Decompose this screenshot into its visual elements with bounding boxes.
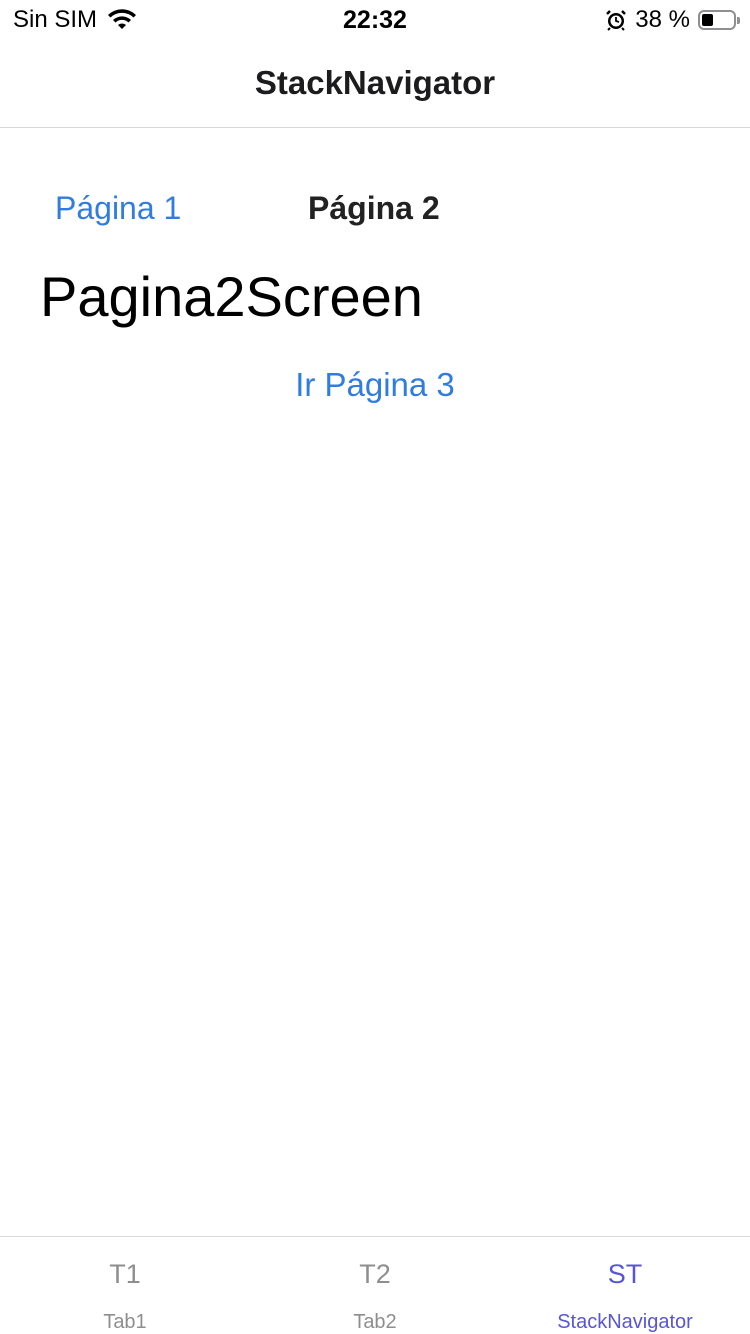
- app-screen: Sin SIM 22:32 38 % StackNavigator Página…: [0, 0, 750, 1334]
- battery-icon: [698, 10, 740, 30]
- screen-heading: Pagina2Screen: [40, 265, 423, 328]
- status-right-group: 38 %: [605, 6, 740, 34]
- tab-bar: T1 Tab1 T2 Tab2 ST StackNavigator: [0, 1236, 750, 1334]
- battery-percent: 38 %: [635, 6, 690, 33]
- battery-nub: [737, 17, 740, 24]
- pagina1-link[interactable]: Página 1: [55, 190, 181, 227]
- stacknavigator-tab-label: StackNavigator: [557, 1311, 693, 1333]
- tab1-label: Tab1: [103, 1311, 147, 1333]
- tab-stacknavigator[interactable]: ST StackNavigator: [500, 1237, 750, 1334]
- pagina2-link[interactable]: Página 2: [308, 190, 440, 227]
- header-title: StackNavigator: [254, 64, 496, 101]
- page-links-row: Página 1 Página 2: [0, 190, 750, 234]
- battery-fill: [702, 14, 713, 26]
- stacknavigator-tab-icon: ST: [607, 1259, 643, 1289]
- tab-tab2[interactable]: T2 Tab2: [250, 1237, 500, 1334]
- tab-tab1[interactable]: T1 Tab1: [0, 1237, 250, 1334]
- status-bar: Sin SIM 22:32 38 %: [0, 0, 750, 40]
- tab2-icon: T2: [359, 1259, 391, 1289]
- tab1-icon: T1: [109, 1259, 141, 1289]
- navigation-header: StackNavigator: [0, 40, 750, 128]
- ir-pagina3-button[interactable]: Ir Página 3: [0, 366, 750, 404]
- alarm-icon: [605, 9, 627, 31]
- tab2-label: Tab2: [353, 1311, 397, 1333]
